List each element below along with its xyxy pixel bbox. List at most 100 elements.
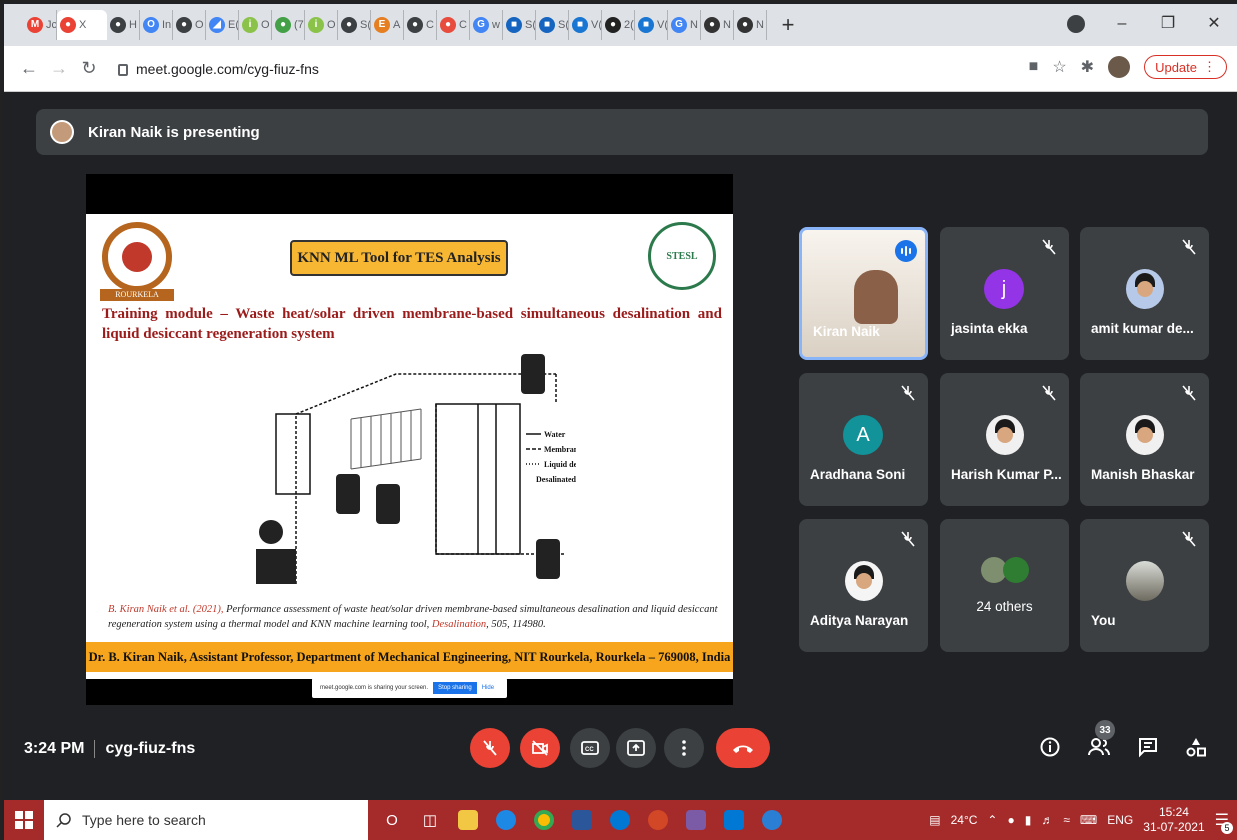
windows-start-button[interactable] (4, 800, 44, 840)
present-button[interactable] (616, 728, 656, 768)
participant-name: Harish Kumar P... (951, 467, 1062, 482)
leave-call-button[interactable] (716, 728, 770, 768)
photos-icon[interactable] (718, 808, 750, 832)
participant-tile-others[interactable]: 24 others (940, 519, 1069, 652)
browser-tab[interactable]: ■ V( (635, 10, 668, 40)
browser-tab[interactable]: ■ V( (569, 10, 602, 40)
browser-tab[interactable]: ■ S( (536, 10, 569, 40)
profile-avatar[interactable] (1108, 56, 1131, 78)
tab-favicon-icon: ● (176, 17, 192, 33)
hide-button[interactable]: Hide (482, 685, 494, 691)
restore-icon[interactable]: ❐ (1145, 10, 1191, 38)
weather-text[interactable]: 24°C (951, 813, 978, 827)
help-icon[interactable] (604, 808, 636, 832)
browser-tab[interactable]: ◢ E( (206, 10, 239, 40)
participant-tile-amit-kumar[interactable]: amit kumar de... (1080, 227, 1209, 360)
mic-off-icon (483, 740, 497, 756)
participant-tile-jasinta-ekka[interactable]: j jasinta ekka (940, 227, 1069, 360)
browser-tab[interactable]: iO (239, 10, 272, 40)
wifi-icon[interactable]: ≈ (1063, 813, 1070, 827)
chrome-icon[interactable] (528, 808, 560, 832)
participant-tile-you[interactable]: You (1080, 519, 1209, 652)
battery-icon[interactable]: ▮ (1025, 813, 1032, 827)
cortana-icon[interactable]: O (376, 808, 408, 832)
file-explorer-icon[interactable] (452, 808, 484, 832)
star-icon[interactable]: ☆ (1052, 57, 1066, 77)
browser-tab[interactable]: ● S( (338, 10, 371, 40)
tab-favicon-icon: ◢ (209, 17, 225, 33)
edge-icon[interactable] (490, 808, 522, 832)
browser-tab[interactable]: ● X (57, 10, 107, 40)
keyboard-icon[interactable]: ⌨ (1080, 813, 1097, 827)
participant-tile-aditya-narayan[interactable]: Aditya Narayan (799, 519, 928, 652)
camera-toggle-button[interactable] (520, 728, 560, 768)
tab-favicon-icon: M (27, 17, 43, 33)
tab-title: S( (525, 19, 536, 31)
browser-tab[interactable]: GN (668, 10, 701, 40)
mic-toggle-button[interactable] (470, 728, 510, 768)
browser-tab[interactable]: ● C (404, 10, 437, 40)
browser-tab[interactable]: ● 2( (602, 10, 635, 40)
stratified-tank (376, 484, 400, 524)
tab-favicon-icon: ● (440, 17, 456, 33)
browser-tab[interactable]: M Jc (24, 10, 57, 40)
url-text: meet.google.com/cyg-fiuz-fns (136, 60, 319, 77)
address-bar[interactable]: meet.google.com/cyg-fiuz-fns (118, 61, 319, 77)
chat-icon[interactable] (1137, 736, 1159, 758)
task-view-icon[interactable]: ◫ (414, 808, 446, 832)
presenting-text: Kiran Naik is presenting (88, 123, 260, 141)
activities-icon[interactable] (1185, 736, 1207, 758)
get-help-icon[interactable] (756, 808, 788, 832)
profile-dot-icon[interactable] (1067, 15, 1085, 33)
minimize-icon[interactable]: – (1099, 10, 1145, 38)
browser-tab[interactable]: ● O (173, 10, 206, 40)
more-options-button[interactable] (664, 728, 704, 768)
language-indicator[interactable]: ENG (1107, 813, 1133, 827)
tab-title: O (261, 19, 270, 31)
system-diagram: Water Membrane Liquid desiccant Desalina… (256, 354, 576, 584)
new-tab-button[interactable]: + (773, 12, 803, 38)
network-icon[interactable]: ● (1007, 813, 1014, 827)
browser-tab[interactable]: EA (371, 10, 404, 40)
participant-tile-manish-bhaskar[interactable]: Manish Bhaskar (1080, 373, 1209, 506)
participant-name: jasinta ekka (951, 321, 1028, 336)
browser-tab[interactable]: ● C (437, 10, 470, 40)
tab-favicon-icon: ● (110, 17, 126, 33)
meeting-control-bar: 3:24 PM cyg-fiuz-fns CC (4, 718, 1237, 790)
powerpoint-icon[interactable] (642, 808, 674, 832)
participant-tile-aradhana-soni[interactable]: A Aradhana Soni (799, 373, 928, 506)
volume-icon[interactable]: ♬ (1041, 813, 1053, 827)
info-icon[interactable] (1039, 736, 1061, 758)
back-icon[interactable]: ← (14, 58, 44, 79)
stop-sharing-button[interactable]: Stop sharing (433, 682, 477, 694)
browser-tab[interactable]: ● N (734, 10, 767, 40)
browser-tab[interactable]: Gw (470, 10, 503, 40)
browser-tab[interactable]: ■ S( (503, 10, 536, 40)
camera-icon[interactable]: ■ (1029, 58, 1039, 76)
extensions-icon[interactable]: ✱ (1081, 57, 1094, 77)
widgets-icon[interactable]: ▤ (929, 813, 940, 827)
browser-tab[interactable]: O In (140, 10, 173, 40)
browser-tab[interactable]: ● H (107, 10, 140, 40)
participant-tile-harish-kumar[interactable]: Harish Kumar P... (940, 373, 1069, 506)
tab-favicon-icon: ● (341, 17, 357, 33)
browser-tab[interactable]: ● (7 (272, 10, 305, 40)
participant-name: Kiran Naik (813, 324, 880, 339)
word-icon[interactable] (566, 808, 598, 832)
captions-button[interactable]: CC (570, 728, 610, 768)
meeting-info: 3:24 PM cyg-fiuz-fns (24, 740, 195, 758)
tray-chevron-icon[interactable]: ⌃ (987, 813, 997, 827)
snip-icon[interactable] (680, 808, 712, 832)
close-window-icon[interactable]: ✕ (1191, 10, 1237, 38)
taskbar-clock[interactable]: 15:24 31-07-2021 (1143, 805, 1204, 835)
tab-favicon-icon: E (374, 17, 390, 33)
reload-icon[interactable]: ↻ (74, 58, 104, 79)
participant-tile-kiran-naik[interactable]: Kiran Naik (799, 227, 928, 360)
update-button[interactable]: Update ⋮ (1144, 55, 1227, 79)
browser-tab[interactable]: ● N (701, 10, 734, 40)
forward-icon[interactable]: → (44, 58, 74, 79)
notifications-icon[interactable]: ☰ 5 (1215, 810, 1233, 834)
initial-avatar: j (984, 269, 1024, 309)
taskbar-search-box[interactable]: Type here to search (44, 800, 368, 840)
browser-tab[interactable]: iO (305, 10, 338, 40)
